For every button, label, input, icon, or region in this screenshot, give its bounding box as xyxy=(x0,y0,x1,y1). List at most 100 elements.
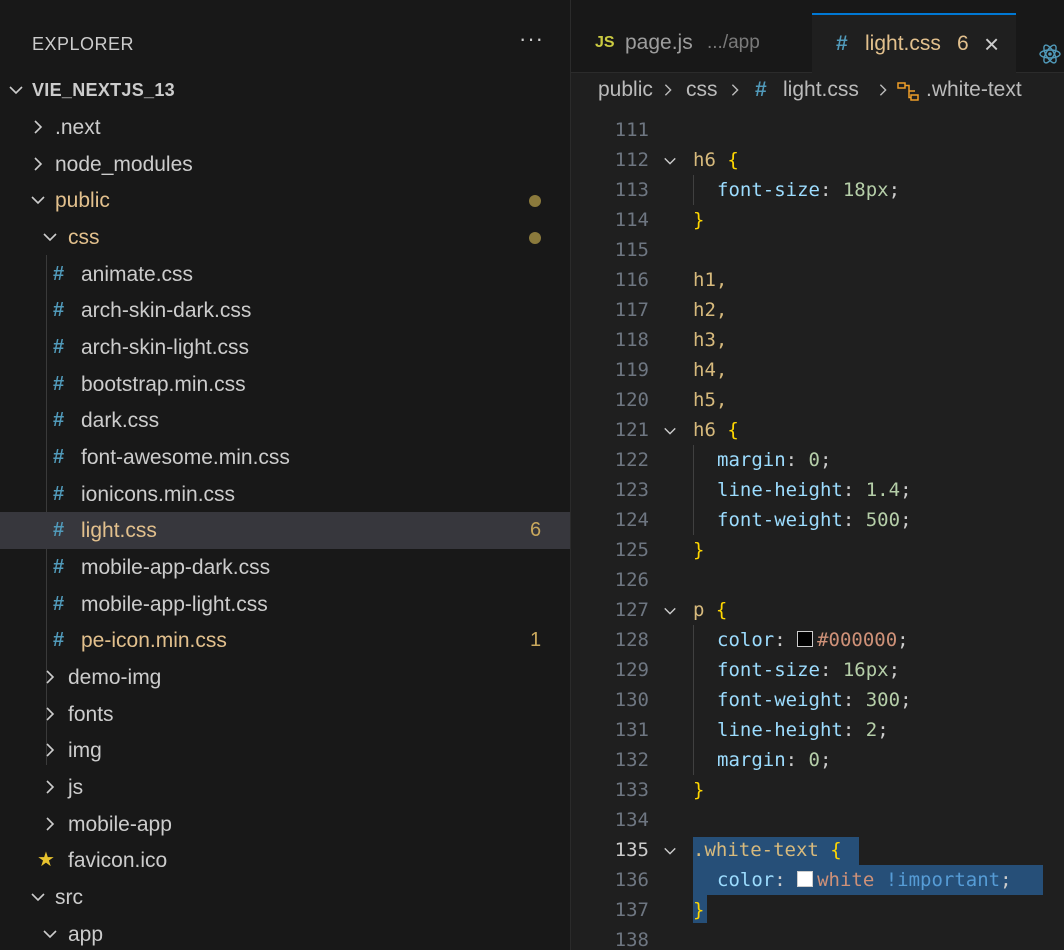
tab-path: .../app xyxy=(707,32,760,53)
code-line: 130 font-weight: 300; xyxy=(571,685,1064,715)
line-number: 115 xyxy=(614,239,649,261)
color-swatch-icon[interactable] xyxy=(797,631,814,647)
code-punct: ; xyxy=(819,449,832,471)
tree-item-label: font-awesome.min.css xyxy=(81,446,290,469)
code-punct: : xyxy=(774,629,798,651)
tree-folder-src[interactable]: src xyxy=(0,879,570,916)
code-brace: { xyxy=(715,149,739,171)
tree-file-dark[interactable]: # dark.css xyxy=(0,402,570,439)
tree-item-label: light.css xyxy=(81,519,157,542)
breadcrumb-file[interactable]: light.css xyxy=(783,72,859,108)
code-punct: : xyxy=(819,179,843,201)
close-icon[interactable]: × xyxy=(984,15,999,73)
tree-folder-img[interactable]: img xyxy=(0,732,570,769)
chevron-right-icon xyxy=(42,696,62,733)
code-brace: { xyxy=(818,839,842,861)
line-number: 123 xyxy=(614,479,649,501)
code-value: 0 xyxy=(808,449,820,471)
line-number: 122 xyxy=(614,449,649,471)
code-property: margin xyxy=(717,449,786,471)
tree-item-label: src xyxy=(55,886,83,909)
fold-chevron-icon[interactable] xyxy=(663,835,679,865)
tree-folder-js[interactable]: js xyxy=(0,769,570,806)
code-value: #000000 xyxy=(817,629,898,651)
color-swatch-icon[interactable] xyxy=(797,871,814,887)
line-number: 124 xyxy=(614,509,649,531)
breadcrumb-css[interactable]: css xyxy=(686,72,718,108)
code-line: 118 h3, xyxy=(571,325,1064,355)
code-line: 127 p { xyxy=(571,595,1064,625)
code-punct: ; xyxy=(888,179,901,201)
tree-file-arch-skin-light[interactable]: # arch-skin-light.css xyxy=(0,329,570,366)
code-line: 115 xyxy=(571,235,1064,265)
code-punct: ; xyxy=(819,749,832,771)
tree-file-pe-icon[interactable]: # pe-icon.min.css 1 xyxy=(0,622,570,659)
tree-folder-fonts[interactable]: fonts xyxy=(0,696,570,733)
tree-item-label: public xyxy=(55,189,110,212)
line-number: 129 xyxy=(614,659,649,681)
tree-folder-app[interactable]: app xyxy=(0,916,570,950)
tab-react-file[interactable] xyxy=(1016,14,1064,72)
tab-label: page.js xyxy=(625,31,693,54)
tree-file-mobile-app-light[interactable]: # mobile-app-light.css xyxy=(0,586,570,623)
code-punct: : xyxy=(842,689,866,711)
fold-chevron-icon[interactable] xyxy=(663,145,679,175)
tree-file-mobile-app-dark[interactable]: # mobile-app-dark.css xyxy=(0,549,570,586)
tree-file-arch-skin-dark[interactable]: # arch-skin-dark.css xyxy=(0,292,570,329)
tab-page-js[interactable]: JS page.js .../app xyxy=(571,14,811,72)
tree-file-bootstrap[interactable]: # bootstrap.min.css xyxy=(0,366,570,403)
code-punct: ; xyxy=(900,509,912,531)
code-selector: p xyxy=(693,599,705,621)
chevron-right-icon xyxy=(30,109,50,146)
code-property: line-height xyxy=(717,479,843,501)
editor-area: JS page.js .../app # light.css 6 × publi… xyxy=(571,0,1064,950)
tree-item-label: demo-img xyxy=(68,666,162,689)
code-line: 116 h1, xyxy=(571,265,1064,295)
code-brace: { xyxy=(715,419,739,441)
fold-chevron-icon[interactable] xyxy=(663,415,679,445)
code-value: 0 xyxy=(808,749,820,771)
line-number: 113 xyxy=(614,179,649,201)
code-punct: : xyxy=(774,869,798,891)
tree-file-font-awesome[interactable]: # font-awesome.min.css xyxy=(0,439,570,476)
code-brace: } xyxy=(693,539,705,561)
code-selector: .white-text xyxy=(693,839,819,861)
chevron-down-icon xyxy=(42,219,62,256)
tree-folder-next[interactable]: .next xyxy=(0,109,570,146)
chevron-down-icon xyxy=(42,916,62,950)
breadcrumb-public[interactable]: public xyxy=(598,72,653,108)
chevron-right-icon xyxy=(42,659,62,696)
tree-item-label: fonts xyxy=(68,703,114,726)
tree-folder-demo-img[interactable]: demo-img xyxy=(0,659,570,696)
fold-chevron-icon[interactable] xyxy=(663,595,679,625)
tree-file-favicon[interactable]: ★ favicon.ico xyxy=(0,842,570,879)
chevron-down-icon xyxy=(8,72,28,109)
code-line: 129 font-size: 16px; xyxy=(571,655,1064,685)
tree-file-ionicons[interactable]: # ionicons.min.css xyxy=(0,476,570,513)
tree-folder-public[interactable]: public xyxy=(0,182,570,219)
code-punct: : xyxy=(785,749,809,771)
code-property: font-size xyxy=(717,179,820,201)
tree-folder-mobile-app[interactable]: mobile-app xyxy=(0,806,570,843)
code-line: 114} xyxy=(571,205,1064,235)
line-number: 135 xyxy=(614,839,649,861)
line-number: 118 xyxy=(614,329,649,351)
css-file-icon: # xyxy=(53,409,65,431)
breadcrumb-selector[interactable]: .white-text xyxy=(926,72,1022,108)
tree-file-light-selected[interactable]: # light.css 6 xyxy=(0,512,570,549)
tab-light-css[interactable]: # light.css 6 × xyxy=(812,13,1016,74)
line-number: 134 xyxy=(614,809,649,831)
tree-folder-css[interactable]: css xyxy=(0,219,570,256)
tree-root-folder[interactable]: VIE_NEXTJS_13 xyxy=(0,72,570,109)
tree-folder-node-modules[interactable]: node_modules xyxy=(0,146,570,183)
tree-item-label: ionicons.min.css xyxy=(81,483,236,506)
line-number: 111 xyxy=(614,119,649,141)
code-selector: h3, xyxy=(693,329,728,351)
code-line: 128 color: #000000; xyxy=(571,625,1064,655)
more-actions-icon[interactable]: ··· xyxy=(519,26,544,52)
code-selector: h6 xyxy=(693,149,716,171)
css-file-icon: # xyxy=(53,336,65,358)
tree-file-animate[interactable]: # animate.css xyxy=(0,256,570,293)
code-value: 16px xyxy=(842,659,889,681)
problem-count-badge: 1 xyxy=(530,629,542,651)
